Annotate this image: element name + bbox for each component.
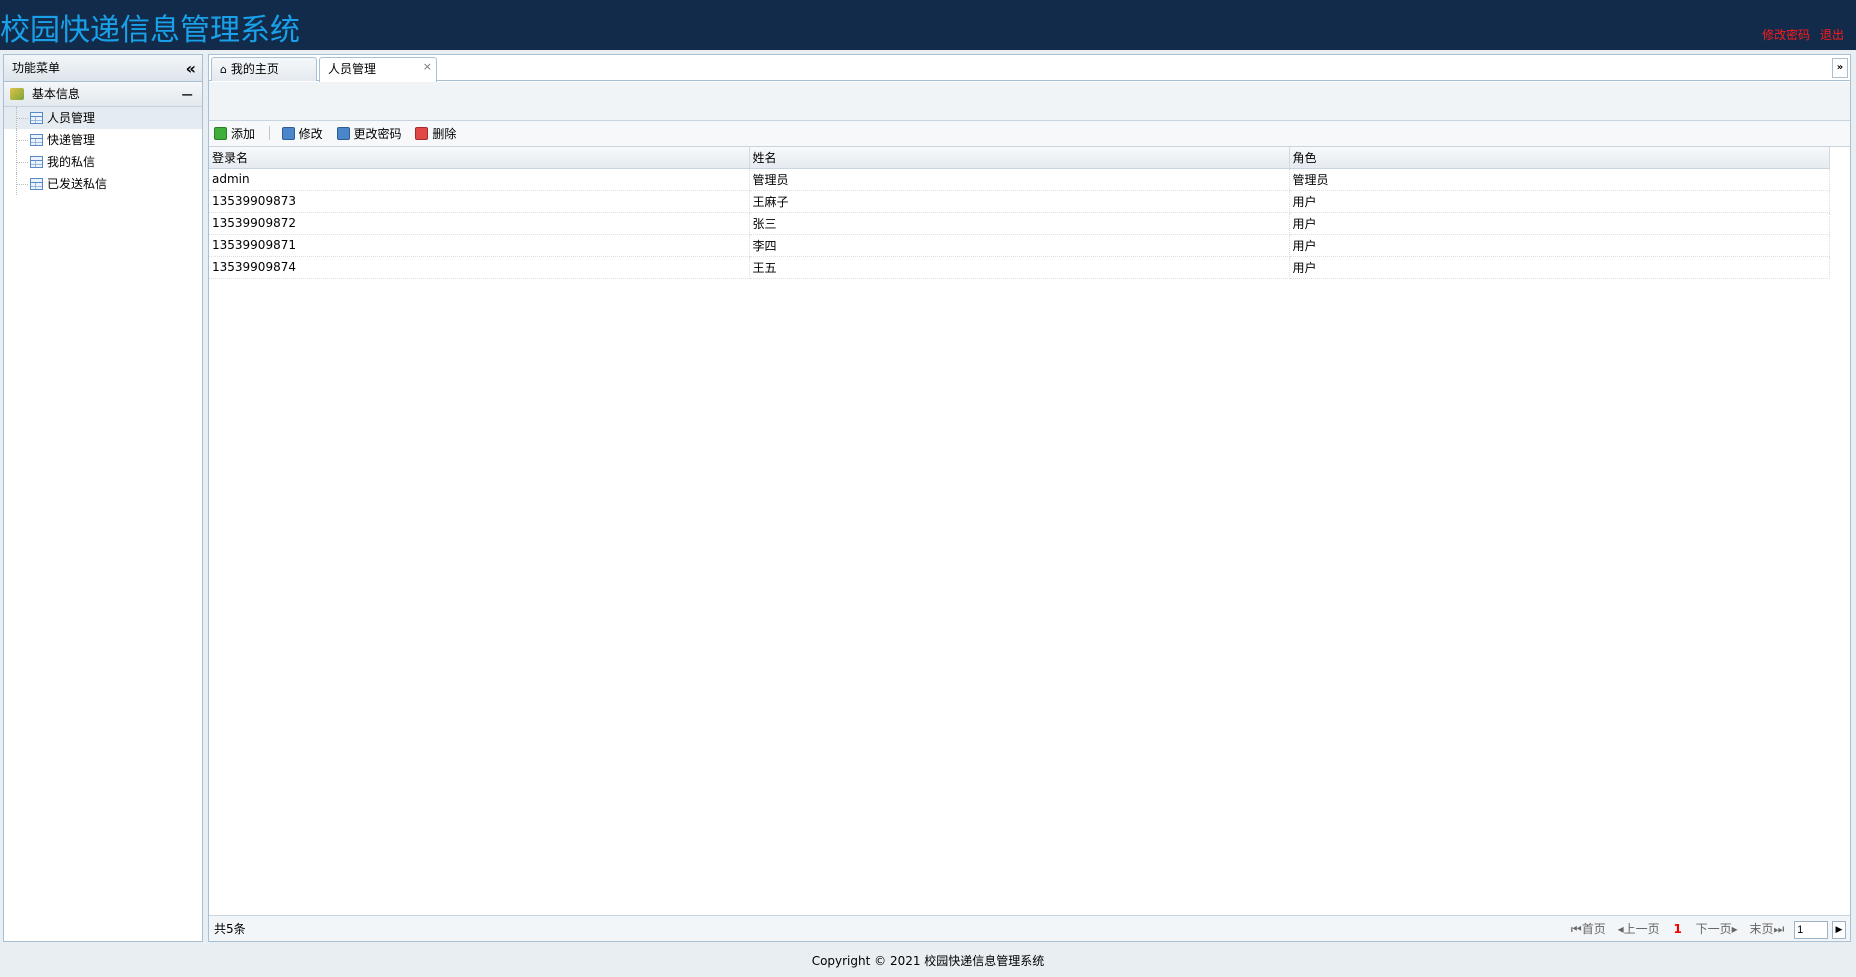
tab-bar: ⌂ 我的主页 人员管理 × »: [209, 55, 1850, 82]
header-links: 修改密码 退出: [1756, 26, 1844, 43]
table-row[interactable]: admin 管理员 管理员: [209, 168, 1830, 191]
cell-login: 13539909874: [209, 256, 750, 279]
delete-label: 删除: [432, 127, 457, 141]
delete-button[interactable]: 删除: [415, 121, 456, 147]
table-row[interactable]: 13539909871 李四 用户: [209, 234, 1830, 257]
add-label: 添加: [231, 127, 256, 141]
table-icon: [30, 112, 43, 124]
cell-name: 张三: [749, 212, 1290, 235]
collapse-group-icon[interactable]: −: [181, 82, 194, 107]
last-page-button[interactable]: 末页⏭: [1750, 922, 1785, 936]
tab-user-management[interactable]: 人员管理 ×: [319, 57, 437, 82]
table-row[interactable]: 13539909872 张三 用户: [209, 212, 1830, 235]
folder-icon: [10, 88, 24, 100]
add-icon: [214, 127, 227, 140]
add-button[interactable]: 添加: [214, 121, 255, 147]
table-icon: [30, 178, 43, 190]
edit-button[interactable]: 修改: [281, 121, 323, 147]
prev-page-label: 上一页: [1623, 922, 1660, 936]
current-page: 1: [1673, 922, 1682, 936]
change-password-label: 更改密码: [353, 127, 402, 141]
sidebar-header: 功能菜单 «: [4, 55, 202, 82]
cell-role: 用户: [1289, 212, 1830, 235]
cell-role: 用户: [1289, 256, 1830, 279]
cell-name: 管理员: [749, 168, 1290, 191]
cell-name: 王五: [749, 256, 1290, 279]
collapse-sidebar-icon[interactable]: «: [186, 55, 196, 82]
sidebar-item-label: 已发送私信: [47, 177, 108, 191]
tab-label: 我的主页: [230, 62, 279, 76]
cell-login: 13539909871: [209, 234, 750, 257]
page-number-input[interactable]: [1794, 920, 1829, 939]
edit-icon: [281, 127, 295, 140]
prev-page-button[interactable]: ◂上一页: [1618, 922, 1660, 936]
toolbar-separator: [268, 126, 270, 140]
pagination-bar: 共5条 ⏮首页 ◂上一页 1 下一页▸ 末页⏭ ▶: [209, 915, 1850, 941]
total-count: 共5条: [214, 922, 246, 936]
tab-label: 人员管理: [328, 62, 377, 76]
close-tab-icon[interactable]: ×: [423, 56, 432, 78]
app-header: 校园快递信息管理系统 修改密码 退出: [0, 0, 1856, 50]
cell-name: 王麻子: [749, 190, 1290, 213]
table-icon: [30, 156, 43, 168]
go-page-icon[interactable]: ▶: [1832, 920, 1846, 939]
column-header-login[interactable]: 登录名: [209, 147, 750, 169]
cell-role: 用户: [1289, 234, 1830, 257]
sidebar-item-my-messages[interactable]: 我的私信: [4, 151, 202, 173]
sidebar: 功能菜单 « 基本信息 − 人员管理 快递管理 我的私信 已发送私信: [3, 54, 203, 942]
sidebar-item-label: 我的私信: [47, 155, 96, 169]
table-row[interactable]: 13539909874 王五 用户: [209, 256, 1830, 279]
cell-login: 13539909873: [209, 190, 750, 213]
sidebar-item-label: 人员管理: [47, 111, 96, 125]
user-table: 登录名 姓名 角色 admin 管理员 管理员 13539909873 王麻子 …: [209, 147, 1830, 279]
first-page-button[interactable]: ⏮首页: [1571, 922, 1606, 936]
sidebar-item-user-management[interactable]: 人员管理: [4, 107, 202, 129]
pagination-controls: ⏮首页 ◂上一页 1 下一页▸ 末页⏭ ▶: [1563, 916, 1846, 942]
delete-icon: [415, 127, 429, 140]
sidebar-item-express-management[interactable]: 快递管理: [4, 129, 202, 151]
change-password-link[interactable]: 修改密码: [1762, 28, 1810, 42]
toolbar: 添加 修改 更改密码 删除: [209, 121, 1850, 147]
footer-copyright: Copyright © 2021 校园快递信息管理系统: [811, 954, 1045, 968]
sidebar-item-sent-messages[interactable]: 已发送私信: [4, 173, 202, 195]
cell-login: 13539909872: [209, 212, 750, 235]
app-title: 校园快递信息管理系统: [0, 13, 300, 48]
sidebar-title: 功能菜单: [12, 61, 61, 75]
table-header-row: 登录名 姓名 角色: [209, 147, 1830, 169]
last-page-label: 末页: [1749, 922, 1774, 936]
tab-scroll-icon[interactable]: »: [1832, 58, 1848, 78]
next-page-button[interactable]: 下一页▸: [1696, 922, 1738, 936]
column-header-role[interactable]: 角色: [1289, 147, 1830, 169]
logout-link[interactable]: 退出: [1820, 28, 1844, 42]
cell-name: 李四: [749, 234, 1290, 257]
edit-label: 修改: [298, 127, 323, 141]
main-panel: ⌂ 我的主页 人员管理 × » 添加 修改 更改密码 删除 登录名 姓名 角色 …: [208, 54, 1851, 942]
table-icon: [30, 134, 43, 146]
tab-home[interactable]: ⌂ 我的主页: [211, 57, 317, 81]
menu-group-label: 基本信息: [31, 87, 80, 101]
first-page-label: 首页: [1581, 922, 1606, 936]
column-header-name[interactable]: 姓名: [749, 147, 1290, 169]
cell-role: 管理员: [1289, 168, 1830, 191]
cell-role: 用户: [1289, 190, 1830, 213]
change-password-button[interactable]: 更改密码: [336, 121, 402, 147]
cell-login: admin: [209, 168, 750, 191]
edit-icon: [336, 127, 350, 140]
sidebar-item-label: 快递管理: [47, 133, 96, 147]
table-row[interactable]: 13539909873 王麻子 用户: [209, 190, 1830, 213]
menu-group-basic-info[interactable]: 基本信息 −: [4, 82, 202, 107]
search-panel: [209, 82, 1850, 121]
home-icon: ⌂: [220, 63, 227, 76]
next-page-label: 下一页: [1695, 922, 1732, 936]
